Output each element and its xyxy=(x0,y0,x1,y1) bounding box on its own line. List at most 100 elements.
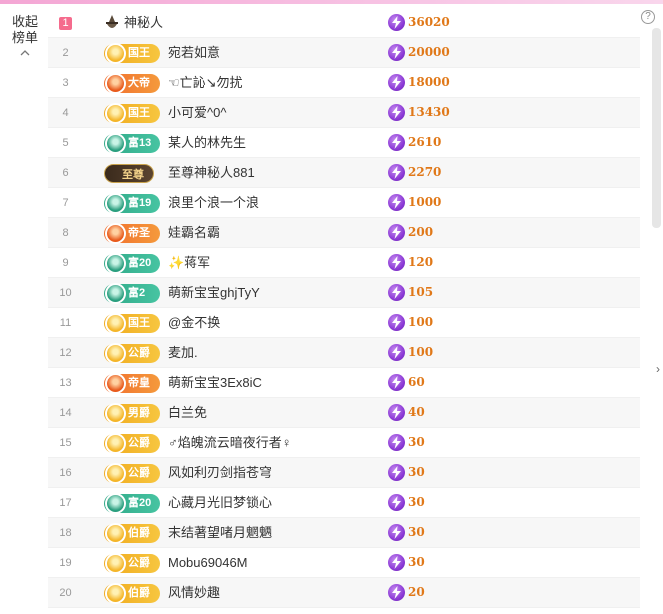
badge-label: 国王 xyxy=(128,317,150,329)
badge-label: 公爵 xyxy=(128,347,150,359)
lightning-coin-icon xyxy=(388,374,405,391)
lightning-coin-icon xyxy=(388,344,405,361)
badge-label: 伯爵 xyxy=(128,587,150,599)
badge-label: 大帝 xyxy=(128,77,150,89)
user-name[interactable]: 萌新宝宝3Ex8iC xyxy=(168,375,262,391)
score-value: 100 xyxy=(408,345,434,359)
badge-emblem-icon xyxy=(105,433,126,454)
ranking-row[interactable]: 2 国王 宛若如意 20000 xyxy=(48,38,640,68)
score-value: 13430 xyxy=(408,105,450,119)
level-badge: 公爵 xyxy=(104,553,160,574)
lightning-coin-icon xyxy=(388,434,405,451)
ranking-row[interactable]: 15 公爵 ♂焰魄流云暗夜行者♀ 30 xyxy=(48,428,640,458)
badge-emblem-icon xyxy=(105,553,126,574)
badge-label: 帝圣 xyxy=(128,227,150,239)
badge-emblem-icon xyxy=(105,403,126,424)
ranking-row[interactable]: 16 公爵 风如利刃剑指苍穹 30 xyxy=(48,458,640,488)
lightning-coin-icon xyxy=(388,194,405,211)
lightning-coin-icon xyxy=(388,284,405,301)
lightning-coin-icon xyxy=(388,254,405,271)
score-value: 2610 xyxy=(408,135,442,149)
user-name[interactable]: @金不换 xyxy=(168,315,220,331)
badge-emblem-icon xyxy=(105,43,126,64)
ranking-row[interactable]: 13 帝皇 萌新宝宝3Ex8iC 60 xyxy=(48,368,640,398)
ranking-row[interactable]: 17 富20 心藏月光旧梦锁心 30 xyxy=(48,488,640,518)
help-icon[interactable]: ? xyxy=(641,10,655,24)
badge-label: 公爵 xyxy=(128,437,150,449)
ranking-row[interactable]: 20 伯爵 风情妙趣 20 xyxy=(48,578,640,608)
user-name[interactable]: 白兰免 xyxy=(168,405,207,421)
ranking-row[interactable]: 9 富20 ✨蒋军 120 xyxy=(48,248,640,278)
rank-number: 20 xyxy=(59,587,72,599)
rank-number: 8 xyxy=(62,227,69,239)
rank-number: 13 xyxy=(59,377,72,389)
user-name[interactable]: 萌新宝宝ghjTyY xyxy=(168,285,260,301)
ranking-row[interactable]: 8 帝圣 娃霸名霸 200 xyxy=(48,218,640,248)
ranking-row[interactable]: 6 至尊 至尊神秘人881 2270 xyxy=(48,158,640,188)
badge-emblem-icon xyxy=(105,343,126,364)
rank-number: 16 xyxy=(59,467,72,479)
user-name[interactable]: 末结著望啫月魍魉 xyxy=(168,525,272,541)
ranking-row[interactable]: 18 伯爵 末结著望啫月魍魉 30 xyxy=(48,518,640,548)
user-name[interactable]: 风如利刃剑指苍穹 xyxy=(168,465,272,481)
user-name[interactable]: 风情妙趣 xyxy=(168,585,220,601)
user-name[interactable]: 神秘人 xyxy=(124,15,163,31)
score-value: 36020 xyxy=(408,15,450,29)
level-badge: 男爵 xyxy=(104,403,160,424)
lightning-coin-icon xyxy=(388,554,405,571)
lightning-coin-icon xyxy=(388,44,405,61)
badge-emblem-icon xyxy=(105,373,126,394)
level-badge: 富13 xyxy=(104,133,160,154)
rank-number: 5 xyxy=(62,137,69,149)
ranking-row[interactable]: 14 男爵 白兰免 40 xyxy=(48,398,640,428)
collapse-ranking-button[interactable]: 收起 榜单 xyxy=(8,14,42,58)
collapse-label-line1: 收起 xyxy=(11,14,38,29)
badge-emblem-icon xyxy=(105,223,126,244)
user-name[interactable]: 娃霸名霸 xyxy=(168,225,220,241)
level-badge: 伯爵 xyxy=(104,583,160,604)
level-badge: 国王 xyxy=(104,43,160,64)
user-name[interactable]: 麦加. xyxy=(168,345,198,361)
badge-emblem-icon xyxy=(105,313,126,334)
ranking-row[interactable]: 4 国王 小可爱^0^ 13430 xyxy=(48,98,640,128)
user-name[interactable]: 至尊神秘人881 xyxy=(168,165,255,181)
user-name[interactable]: 宛若如意 xyxy=(168,45,220,61)
scrollbar[interactable] xyxy=(652,28,661,228)
badge-emblem-icon xyxy=(105,253,126,274)
user-name[interactable]: 小可爱^0^ xyxy=(168,105,226,121)
ranking-row[interactable]: 19 公爵 Mobu69046M 30 xyxy=(48,548,640,578)
score-value: 30 xyxy=(408,525,425,539)
user-name[interactable]: ☜亡訫↘勿扰 xyxy=(168,75,243,91)
user-name[interactable]: ♂焰魄流云暗夜行者♀ xyxy=(168,435,292,451)
user-name[interactable]: ✨蒋军 xyxy=(168,255,210,271)
score-value: 105 xyxy=(408,285,434,299)
ranking-row[interactable]: 1 神秘人 36020 xyxy=(48,8,640,38)
user-name[interactable]: Mobu69046M xyxy=(168,555,248,571)
ranking-row[interactable]: 5 富13 某人的林先生 2610 xyxy=(48,128,640,158)
score-value: 100 xyxy=(408,315,434,329)
ranking-row[interactable]: 3 大帝 ☜亡訫↘勿扰 18000 xyxy=(48,68,640,98)
user-name[interactable]: 某人的林先生 xyxy=(168,135,246,151)
score-value: 1000 xyxy=(408,195,442,209)
user-name[interactable]: 浪里个浪一个浪 xyxy=(168,195,259,211)
ranking-row[interactable]: 12 公爵 麦加. 100 xyxy=(48,338,640,368)
lightning-coin-icon xyxy=(388,164,405,181)
level-badge: 公爵 xyxy=(104,433,160,454)
lightning-coin-icon xyxy=(388,404,405,421)
ranking-row[interactable]: 10 富2 萌新宝宝ghjTyY 105 xyxy=(48,278,640,308)
mystery-user-icon xyxy=(106,15,118,28)
rank-number: 10 xyxy=(59,287,72,299)
ranking-row[interactable]: 11 国王 @金不换 100 xyxy=(48,308,640,338)
level-badge: 至尊 xyxy=(104,164,154,183)
rank-number: 9 xyxy=(62,257,69,269)
chevron-right-icon[interactable]: › xyxy=(656,362,660,376)
score-value: 20 xyxy=(408,585,425,599)
badge-emblem-icon xyxy=(105,73,126,94)
score-value: 30 xyxy=(408,435,425,449)
rank-number: 2 xyxy=(62,47,69,59)
user-name[interactable]: 心藏月光旧梦锁心 xyxy=(168,495,272,511)
score-value: 30 xyxy=(408,465,425,479)
ranking-row[interactable]: 7 富19 浪里个浪一个浪 1000 xyxy=(48,188,640,218)
badge-emblem-icon xyxy=(105,283,126,304)
score-value: 18000 xyxy=(408,75,450,89)
